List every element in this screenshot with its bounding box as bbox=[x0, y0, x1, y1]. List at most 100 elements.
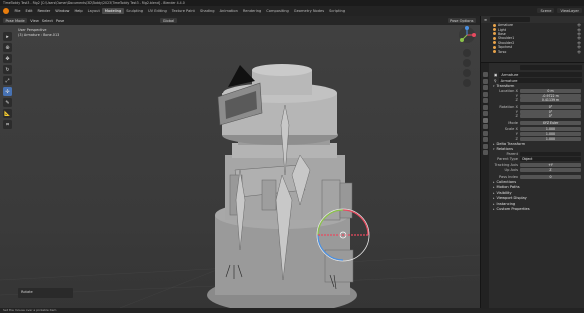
location-z-label: Z bbox=[515, 98, 518, 103]
blender-logo-icon[interactable] bbox=[3, 8, 9, 14]
view-layer-selector[interactable]: ViewLayer bbox=[557, 8, 582, 13]
pose-options-button[interactable]: Pose Options bbox=[447, 18, 476, 23]
scale-tool-icon[interactable]: ⤢ bbox=[3, 76, 12, 85]
data-tab-icon[interactable] bbox=[482, 143, 488, 149]
eye-icon[interactable]: 👁 bbox=[577, 32, 581, 36]
orientation-dropdown[interactable]: Global bbox=[160, 18, 177, 23]
data-name-field[interactable]: Armature bbox=[498, 78, 582, 83]
armature-icon bbox=[493, 23, 496, 27]
bone-tab-icon[interactable] bbox=[482, 150, 488, 155]
location-z-field[interactable]: 0.41139 m bbox=[520, 98, 581, 103]
scale-y-label: Y bbox=[515, 132, 518, 137]
eye-icon[interactable]: 👁 bbox=[577, 50, 581, 54]
select-tool-icon[interactable]: ▸ bbox=[3, 32, 12, 41]
tab-modeling[interactable]: Modeling bbox=[102, 8, 124, 14]
tab-animation[interactable]: Animation bbox=[217, 8, 240, 14]
menu-edit[interactable]: Edit bbox=[23, 9, 35, 13]
physics-tab-icon[interactable] bbox=[482, 130, 488, 136]
parent-type-field[interactable]: Object bbox=[520, 156, 581, 161]
rotation-z-field[interactable]: 0° bbox=[520, 114, 581, 119]
object-tab-icon[interactable] bbox=[482, 117, 488, 123]
world-tab-icon[interactable] bbox=[482, 104, 488, 110]
outliner-search-input[interactable] bbox=[490, 17, 531, 22]
tab-layout[interactable]: Layout bbox=[85, 8, 102, 14]
pass-index-field[interactable]: 0 bbox=[520, 174, 581, 179]
properties-content: ▣ Armature ⚲ Armature ▾ Transform Locatio… bbox=[490, 63, 584, 309]
menu-file[interactable]: File bbox=[12, 9, 23, 13]
rotation-y-label: Y bbox=[515, 109, 518, 114]
tab-geometry-nodes[interactable]: Geometry Nodes bbox=[291, 8, 326, 14]
menu-select[interactable]: Select bbox=[42, 19, 53, 23]
tab-compositing[interactable]: Compositing bbox=[264, 8, 292, 14]
3d-viewport[interactable]: User Perspective (3) Armature : Bone.013… bbox=[0, 25, 480, 308]
eye-icon[interactable]: 👁 bbox=[577, 23, 581, 27]
up-axis-dropdown[interactable]: Z bbox=[520, 168, 581, 173]
mesh-icon bbox=[493, 45, 496, 49]
scene-selector[interactable]: Scene bbox=[537, 8, 555, 13]
scale-z-field[interactable]: 1.000 bbox=[520, 136, 581, 141]
location-x-field[interactable]: 0 m bbox=[520, 89, 581, 94]
constraint-tab-icon[interactable] bbox=[482, 137, 488, 142]
eye-icon[interactable]: 👁 bbox=[577, 28, 581, 32]
tab-sculpting[interactable]: Sculpting bbox=[124, 8, 146, 14]
move-tool-icon[interactable]: ✥ bbox=[3, 54, 12, 63]
scale-x-field[interactable]: 1.000 bbox=[520, 127, 581, 132]
location-y-label: Y bbox=[515, 93, 518, 98]
tab-rendering[interactable]: Rendering bbox=[240, 8, 263, 14]
outliner-item[interactable]: Torso 👁 bbox=[481, 49, 584, 54]
outliner-header: ≡ bbox=[481, 16, 584, 23]
scale-y-field[interactable]: 1.000 bbox=[520, 132, 581, 137]
render-tab-icon[interactable] bbox=[482, 78, 488, 84]
mode-dropdown[interactable]: Pose Mode bbox=[3, 18, 28, 23]
rotation-y-field[interactable]: 0° bbox=[520, 109, 581, 114]
annotate-tool-icon[interactable]: ✎ bbox=[3, 98, 12, 107]
tracking-axis-dropdown[interactable]: +Y bbox=[520, 163, 581, 168]
collection-tab-icon[interactable] bbox=[482, 111, 488, 116]
eye-icon[interactable]: 👁 bbox=[577, 36, 581, 40]
cursor-tool-icon[interactable]: ⊕ bbox=[3, 43, 12, 52]
rotation-mode-label: Mode bbox=[508, 120, 518, 125]
tool-shelf: ▸ ⊕ ✥ ↻ ⤢ ✣ ✎ 📐 ⌗ bbox=[3, 32, 12, 129]
eye-icon[interactable]: 👁 bbox=[577, 41, 581, 45]
window-title: TimeToddy Test3 - Rig2 [C:\Users\Owner\D… bbox=[3, 1, 185, 5]
mesh-icon bbox=[493, 32, 496, 36]
tab-scripting[interactable]: Scripting bbox=[327, 8, 348, 14]
mesh-icon bbox=[493, 50, 496, 54]
menu-view[interactable]: View bbox=[30, 19, 39, 23]
modifier-tab-icon[interactable] bbox=[482, 124, 488, 129]
measure-tool-icon[interactable]: 📐 bbox=[3, 109, 12, 118]
tab-texture-paint[interactable]: Texture Paint bbox=[169, 8, 197, 14]
top-menu-bar: File Edit Render Window Help Layout Mode… bbox=[0, 6, 584, 16]
eye-icon[interactable]: 👁 bbox=[577, 45, 581, 49]
properties-search-input[interactable] bbox=[520, 65, 582, 70]
rotation-x-field[interactable]: 0° bbox=[520, 105, 581, 110]
parent-field[interactable] bbox=[520, 152, 581, 157]
object-name-field[interactable]: Armature bbox=[499, 72, 582, 77]
ruler-tool-icon[interactable]: ⌗ bbox=[3, 120, 12, 129]
rotation-z-label: Z bbox=[515, 114, 518, 119]
location-x-label: Location X bbox=[499, 89, 518, 94]
operator-label: Rotate bbox=[21, 290, 33, 294]
scene-render bbox=[0, 64, 480, 308]
rotate-tool-icon[interactable]: ↻ bbox=[3, 65, 12, 74]
mesh-icon bbox=[493, 36, 496, 40]
menu-pose[interactable]: Pose bbox=[56, 19, 64, 23]
menu-render[interactable]: Render bbox=[35, 9, 53, 13]
menu-help[interactable]: Help bbox=[72, 9, 85, 13]
tab-shading[interactable]: Shading bbox=[197, 8, 217, 14]
rotation-mode-dropdown[interactable]: XYZ Euler bbox=[520, 120, 581, 125]
last-operator-panel[interactable]: Rotate bbox=[18, 288, 73, 298]
view-layer-tab-icon[interactable] bbox=[482, 91, 488, 97]
scene-tab-icon[interactable] bbox=[482, 98, 488, 103]
tool-tab-icon[interactable] bbox=[482, 72, 488, 77]
transform-tool-icon[interactable]: ✣ bbox=[3, 87, 12, 96]
location-y-field[interactable]: -0.9722 m bbox=[520, 93, 581, 98]
navigation-gizmo[interactable] bbox=[455, 25, 480, 95]
tab-uv-editing[interactable]: UV Editing bbox=[146, 8, 170, 14]
output-tab-icon[interactable] bbox=[482, 85, 488, 90]
properties-editor: ▣ Armature ⚲ Armature ▾ Transform Locatio… bbox=[480, 62, 584, 309]
properties-tabs bbox=[481, 63, 489, 309]
filter-icon[interactable]: ≡ bbox=[484, 18, 487, 22]
menu-window[interactable]: Window bbox=[53, 9, 72, 13]
section-custom-properties[interactable]: ▸ Custom Properties bbox=[490, 206, 584, 212]
